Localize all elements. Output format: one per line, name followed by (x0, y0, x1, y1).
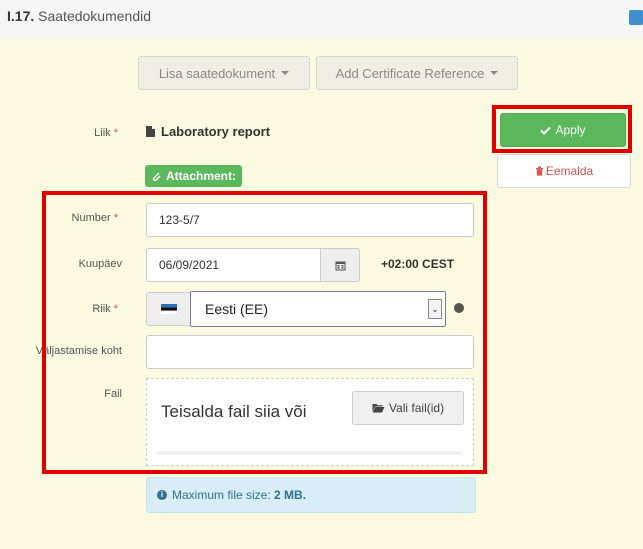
info-prefix: Maximum file size: (172, 488, 271, 502)
document-type: Laboratory report (146, 124, 270, 139)
add-document-dropdown[interactable]: Lisa saatedokument (138, 56, 310, 90)
type-label: Liik * (94, 127, 118, 139)
info-value: 2 MB. (274, 488, 307, 502)
document-type-value: Laboratory report (161, 124, 271, 139)
edit-icon[interactable] (629, 10, 643, 25)
section-title: I.17. Saatedokumendid (7, 8, 151, 24)
section-header: I.17. Saatedokumendid (0, 0, 643, 38)
add-document-label: Lisa saatedokument (158, 65, 276, 81)
section-number: I.17. (7, 8, 35, 24)
add-certificate-reference-dropdown[interactable]: Add Certificate Reference (316, 56, 518, 90)
file-icon (146, 126, 155, 137)
add-reference-label: Add Certificate Reference (335, 65, 485, 81)
section-title-text: Saatedokumendid (38, 8, 152, 24)
apply-highlight-frame (492, 105, 632, 153)
paperclip-icon (152, 172, 161, 181)
form-highlight-frame (42, 191, 487, 474)
remove-button[interactable]: Eemalda (497, 154, 631, 188)
trash-icon (535, 166, 543, 176)
caret-down-icon (281, 71, 290, 75)
info-icon: i (157, 490, 167, 500)
max-file-size-info: i Maximum file size: 2 MB. (146, 477, 476, 513)
caret-down-icon (490, 71, 499, 75)
attachment-badge: Attachment: (145, 165, 243, 187)
